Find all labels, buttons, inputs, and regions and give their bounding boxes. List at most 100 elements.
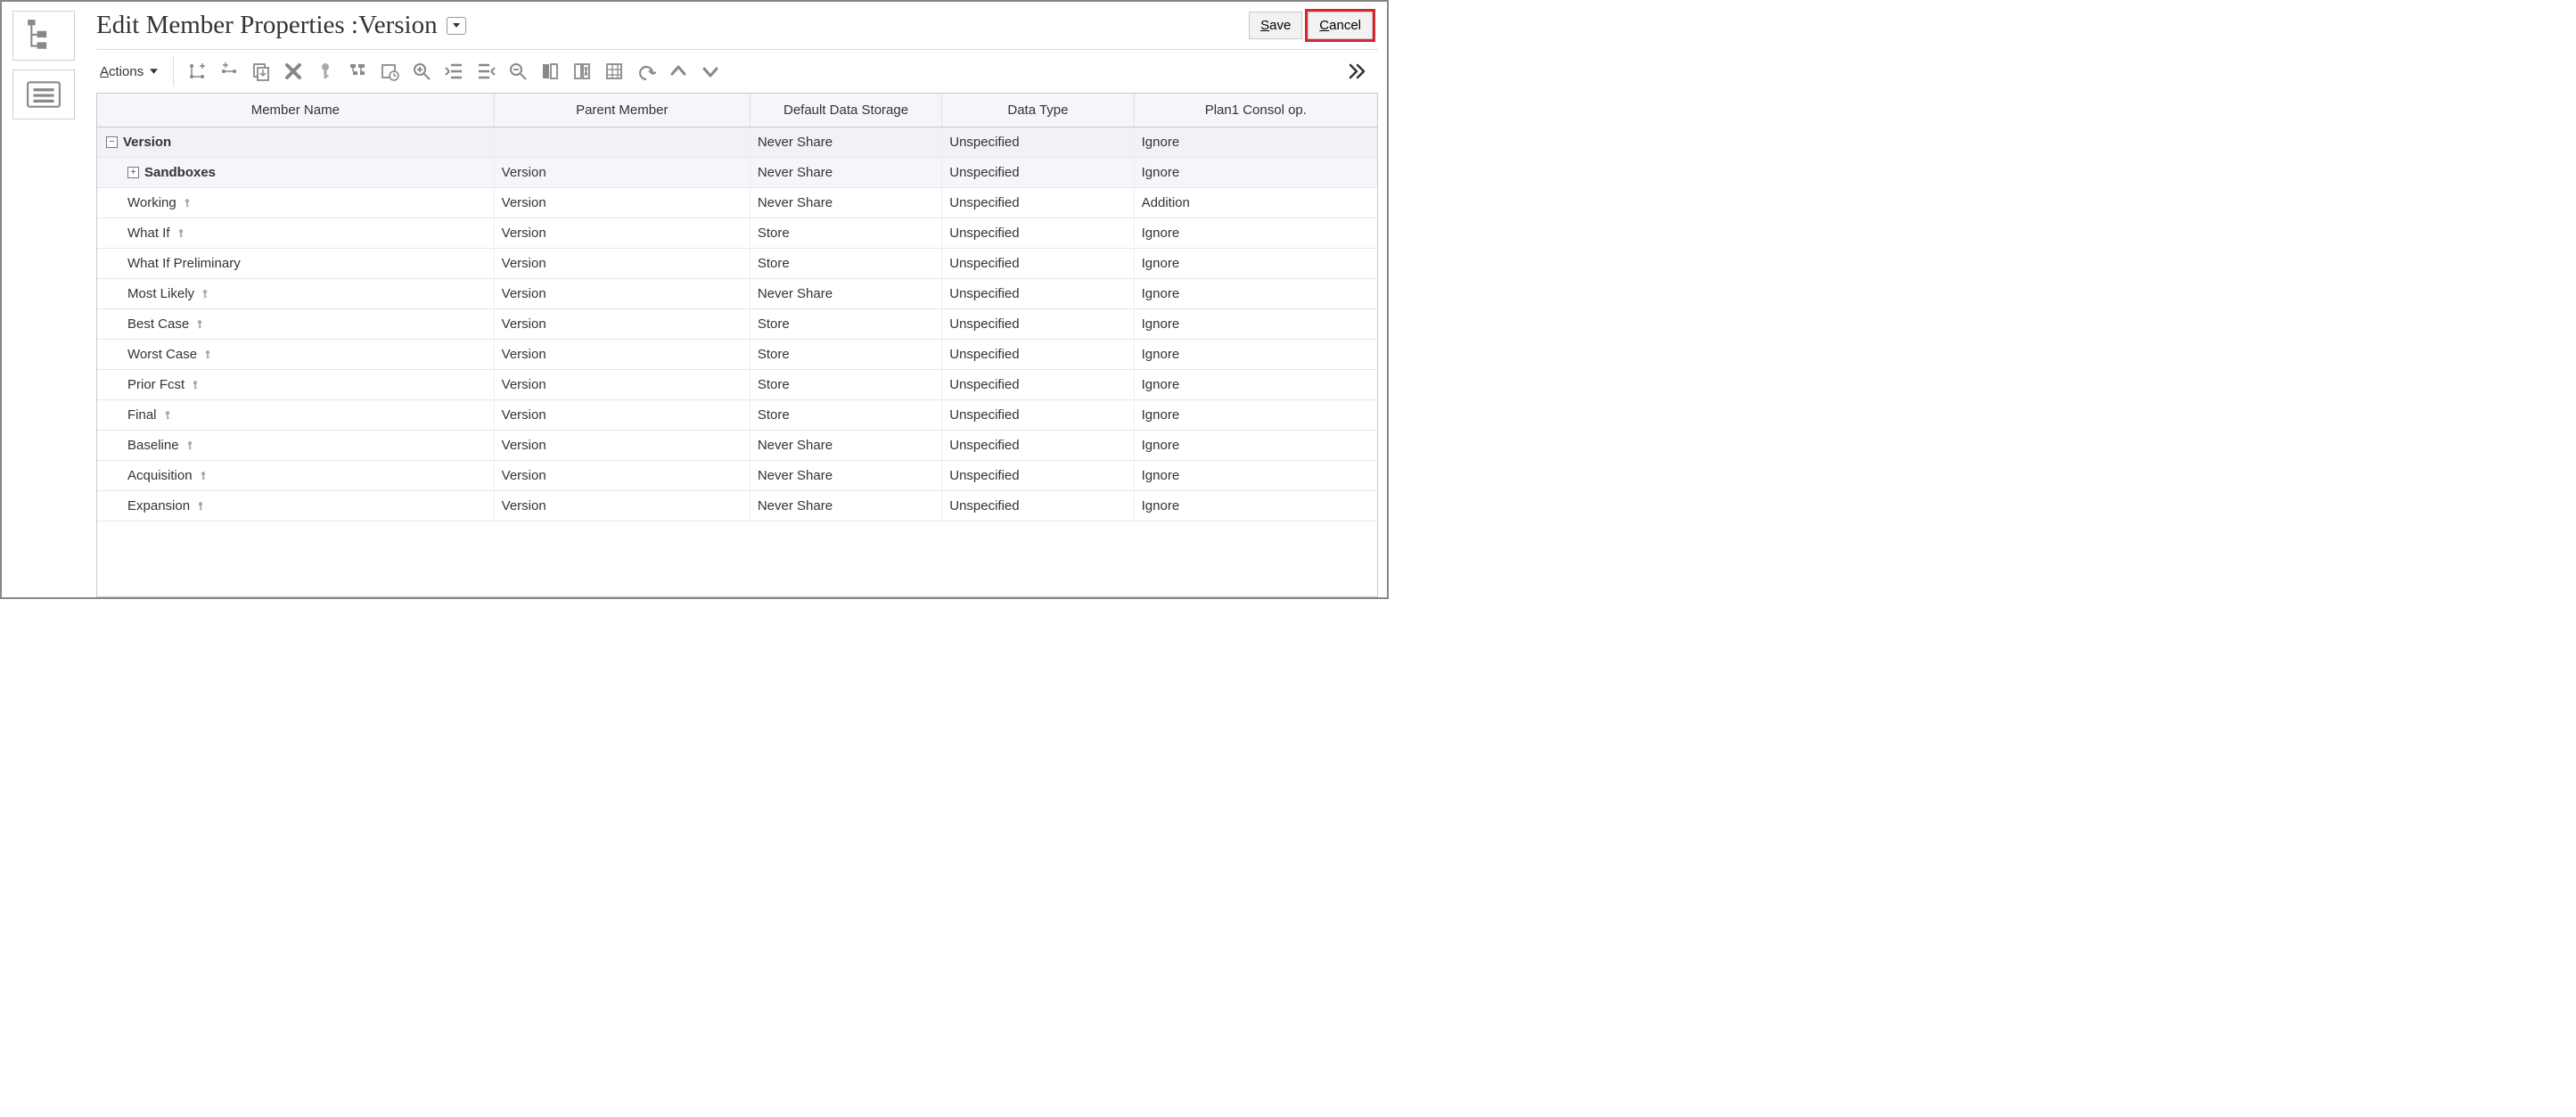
grid-body[interactable]: −VersionNever ShareUnspecifiedIgnore+San… [97,127,1377,596]
cell-storage[interactable]: Never Share [750,158,941,188]
cell-dtype[interactable]: Unspecified [942,491,1134,522]
cell-dtype[interactable]: Unspecified [942,188,1134,218]
member-name: Baseline [127,438,179,453]
cell-consol[interactable]: Ignore [1134,218,1377,249]
cell-dtype[interactable]: Unspecified [942,309,1134,340]
cell-dtype[interactable]: Unspecified [942,370,1134,400]
delete-button[interactable] [277,55,309,87]
col-parent-member[interactable]: Parent Member [494,94,750,127]
history-button[interactable] [373,55,406,87]
key-button[interactable] [309,55,341,87]
cancel-underline: C [1319,18,1329,33]
table-row[interactable]: Best CaseVersionStoreUnspecifiedIgnore [97,309,1377,340]
add-sibling-button[interactable] [213,55,245,87]
cell-parent[interactable]: Version [494,279,750,309]
cell-parent[interactable]: Version [494,249,750,279]
cell-dtype[interactable]: Unspecified [942,249,1134,279]
move-up-button[interactable] [662,55,694,87]
cell-storage[interactable]: Never Share [750,461,941,491]
cell-parent[interactable]: Version [494,158,750,188]
table-row[interactable]: Worst CaseVersionStoreUnspecifiedIgnore [97,340,1377,370]
cell-consol[interactable]: Ignore [1134,158,1377,188]
cell-storage[interactable]: Store [750,400,941,431]
cell-dtype[interactable]: Unspecified [942,340,1134,370]
cell-storage[interactable]: Store [750,249,941,279]
toolbar-overflow-button[interactable] [1341,55,1373,87]
col-data-type[interactable]: Data Type [942,94,1134,127]
col-data-storage[interactable]: Default Data Storage [750,94,941,127]
cell-dtype[interactable]: Unspecified [942,158,1134,188]
cell-parent[interactable]: Version [494,461,750,491]
cell-dtype[interactable]: Unspecified [942,400,1134,431]
cell-parent[interactable]: Version [494,491,750,522]
indent-button[interactable] [470,55,502,87]
cell-consol[interactable]: Ignore [1134,461,1377,491]
freeze-col-button[interactable] [534,55,566,87]
cell-consol[interactable]: Ignore [1134,340,1377,370]
table-row[interactable]: Baseline VersionNever ShareUnspecifiedIgn… [97,431,1377,461]
col-member-name[interactable]: Member Name [97,94,494,127]
move-down-button[interactable] [694,55,726,87]
col-consol-op[interactable]: Plan1 Consol op. [1134,94,1377,127]
table-row[interactable]: What If PreliminaryVersionStoreUnspecifi… [97,249,1377,279]
table-row[interactable]: AcquisitionVersionNever ShareUnspecified… [97,461,1377,491]
cell-parent[interactable]: Version [494,340,750,370]
cell-storage[interactable]: Never Share [750,188,941,218]
cell-storage[interactable]: Store [750,309,941,340]
tree-toggle[interactable]: + [127,167,139,178]
cell-consol[interactable]: Ignore [1134,279,1377,309]
cell-dtype[interactable]: Unspecified [942,279,1134,309]
cell-consol[interactable]: Ignore [1134,491,1377,522]
cell-storage[interactable]: Store [750,370,941,400]
save-button[interactable]: Save [1249,12,1302,39]
cell-consol[interactable]: Ignore [1134,309,1377,340]
cell-dtype[interactable]: Unspecified [942,461,1134,491]
cell-parent[interactable]: Version [494,188,750,218]
undo-button[interactable] [630,55,662,87]
table-row[interactable]: ExpansionVersionNever ShareUnspecifiedIg… [97,491,1377,522]
add-child-button[interactable] [181,55,213,87]
cell-storage[interactable]: Store [750,218,941,249]
cell-consol[interactable]: Ignore [1134,249,1377,279]
cell-dtype[interactable]: Unspecified [942,431,1134,461]
cell-consol[interactable]: Ignore [1134,400,1377,431]
outline-button[interactable] [341,55,373,87]
list-tab[interactable] [12,70,75,119]
cell-storage[interactable]: Never Share [750,279,941,309]
table-row[interactable]: +SandboxesVersionNever ShareUnspecifiedI… [97,158,1377,188]
cell-parent[interactable]: Version [494,309,750,340]
cell-parent[interactable]: Version [494,370,750,400]
grid-button[interactable] [598,55,630,87]
cell-consol[interactable]: Ignore [1134,431,1377,461]
actions-menu[interactable]: Actions [96,59,169,85]
duplicate-button[interactable] [245,55,277,87]
cell-consol[interactable]: Ignore [1134,127,1377,158]
cell-storage[interactable]: Never Share [750,127,941,158]
table-row[interactable]: Prior FcstVersionStoreUnspecifiedIgnore [97,370,1377,400]
cell-dtype[interactable]: Unspecified [942,218,1134,249]
dimension-dropdown[interactable] [447,17,466,35]
cell-parent[interactable] [494,127,750,158]
unfreeze-col-button[interactable] [566,55,598,87]
cell-dtype[interactable]: Unspecified [942,127,1134,158]
cell-consol[interactable]: Addition [1134,188,1377,218]
table-row[interactable]: Most LikelyVersionNever ShareUnspecified… [97,279,1377,309]
cell-storage[interactable]: Store [750,340,941,370]
table-row[interactable]: What If VersionStoreUnspecifiedIgnore [97,218,1377,249]
cancel-button[interactable]: Cancel [1308,12,1373,39]
table-row[interactable]: FinalVersionStoreUnspecifiedIgnore [97,400,1377,431]
cell-consol[interactable]: Ignore [1134,370,1377,400]
cell-storage[interactable]: Never Share [750,491,941,522]
zoom-out-button[interactable] [502,55,534,87]
cell-storage[interactable]: Never Share [750,431,941,461]
cell-parent[interactable]: Version [494,431,750,461]
table-row[interactable]: WorkingVersionNever ShareUnspecifiedAddi… [97,188,1377,218]
zoom-in-button[interactable] [406,55,438,87]
cell-parent[interactable]: Version [494,218,750,249]
tree-toggle[interactable]: − [106,136,118,148]
hierarchy-tab[interactable] [12,11,75,61]
member-name: What If [127,226,170,241]
table-row[interactable]: −VersionNever ShareUnspecifiedIgnore [97,127,1377,158]
outdent-button[interactable] [438,55,470,87]
cell-parent[interactable]: Version [494,400,750,431]
